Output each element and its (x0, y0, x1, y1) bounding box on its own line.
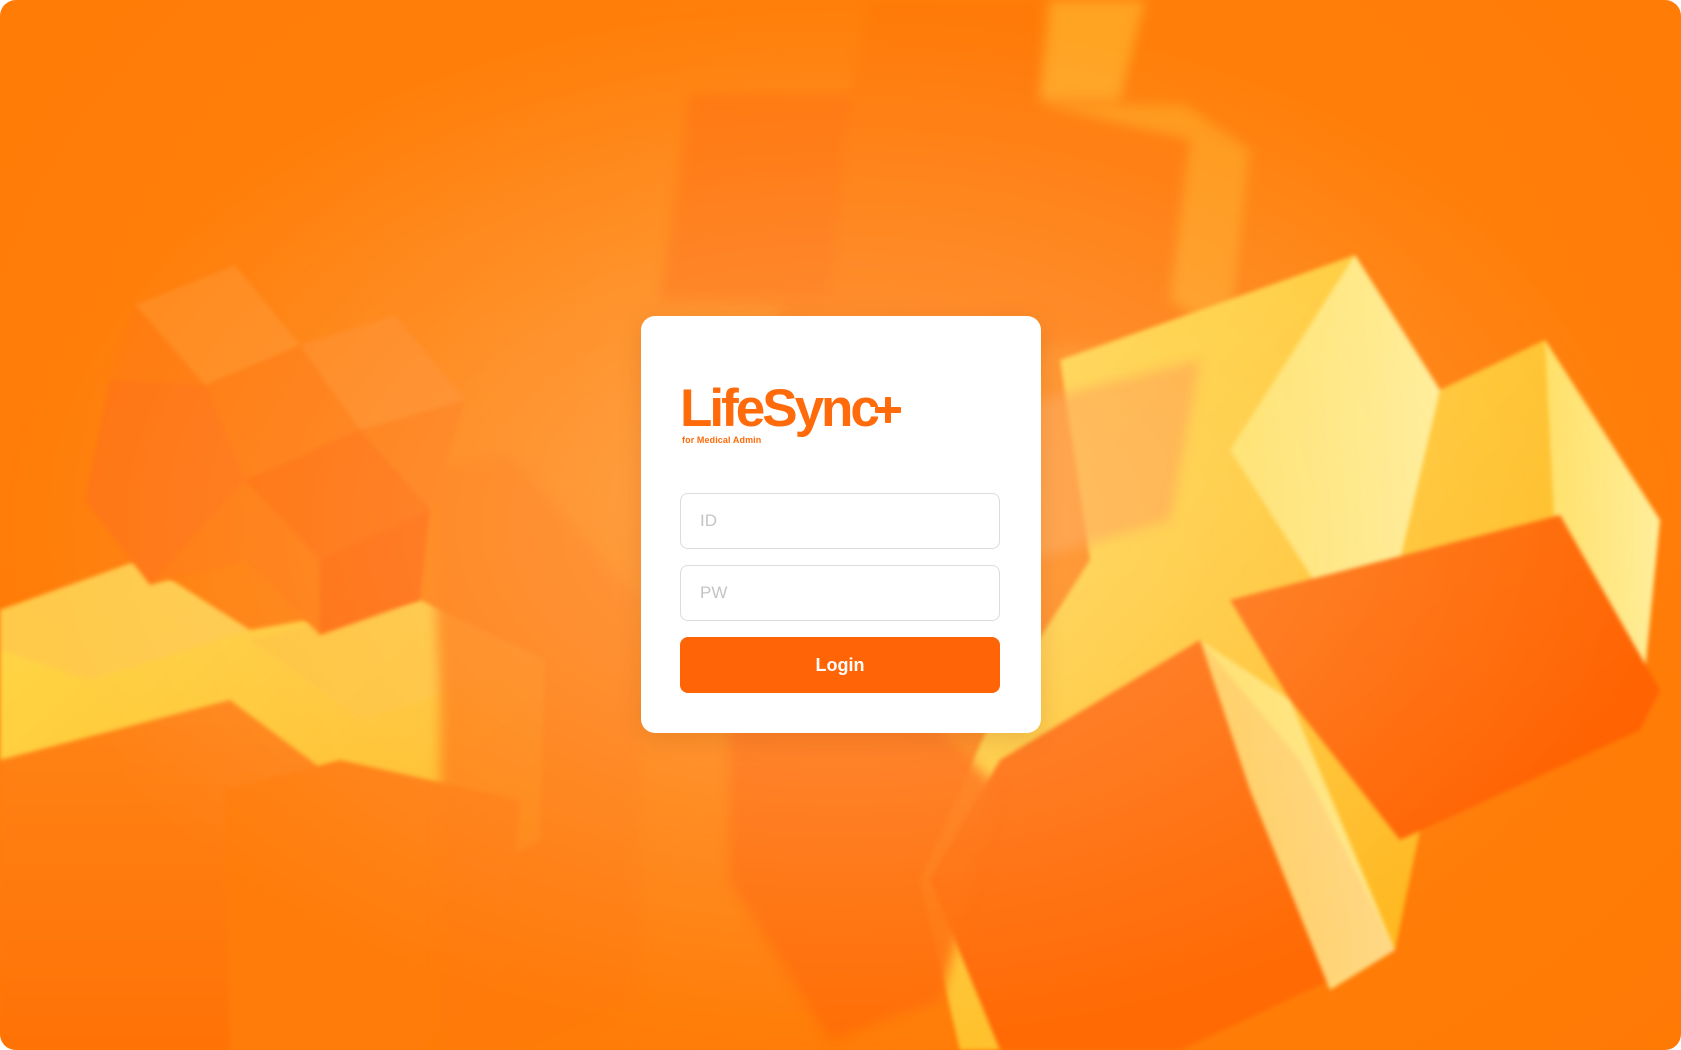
password-input[interactable] (680, 565, 1000, 621)
logo-subtitle: for Medical Admin (682, 435, 762, 445)
logo-wordmark: LifeSync (680, 379, 901, 438)
id-input[interactable] (680, 493, 1000, 549)
logo-text: LifeSync (680, 379, 880, 438)
login-screen: LifeSync for Medical Admin Login (0, 0, 1681, 1050)
plus-icon (874, 397, 901, 423)
login-card: LifeSync for Medical Admin Login (641, 316, 1041, 733)
login-button[interactable]: Login (680, 637, 1000, 693)
logo: LifeSync for Medical Admin (680, 379, 901, 445)
